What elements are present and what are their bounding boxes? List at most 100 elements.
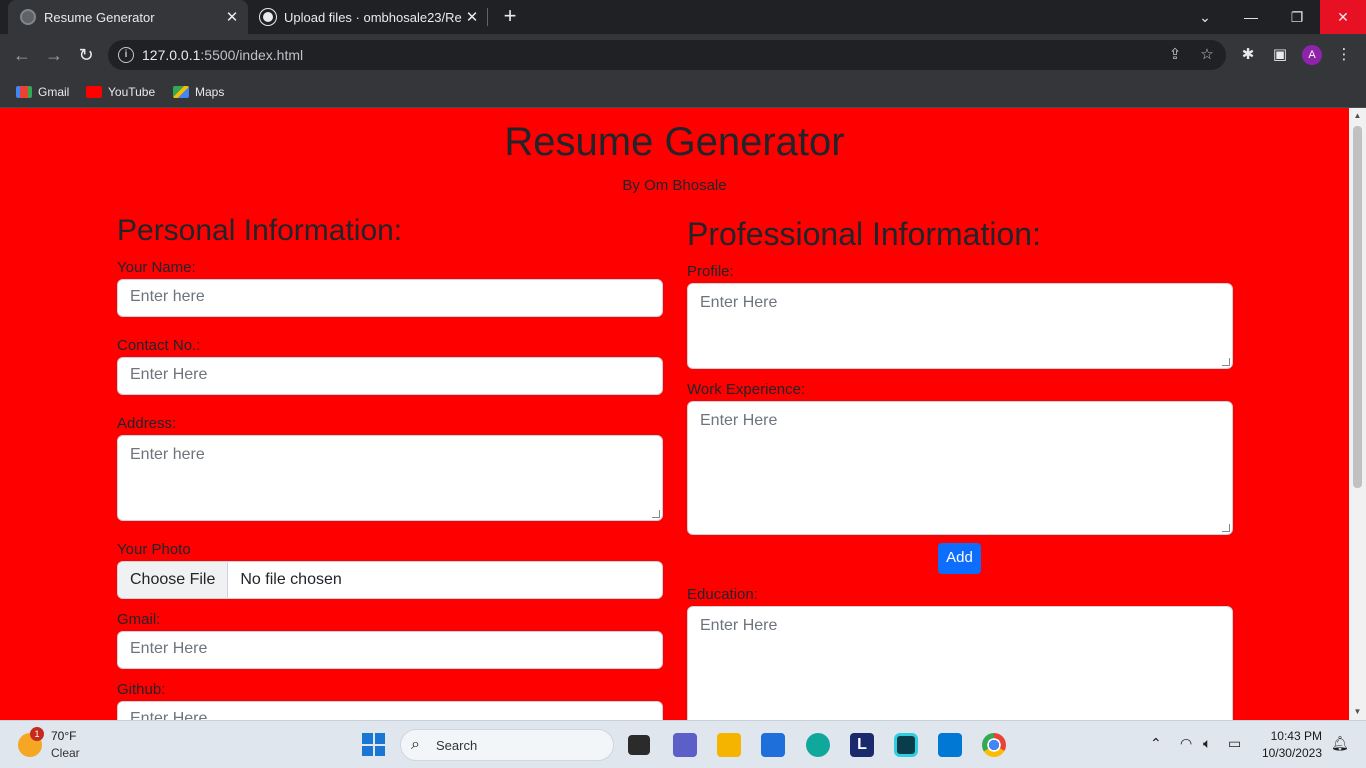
scroll-down-arrow-icon[interactable]: ▼ [1349,704,1366,720]
teams-icon[interactable] [673,733,697,757]
photo-label: Your Photo [117,541,191,558]
restore-button[interactable]: ❐ [1274,0,1320,34]
contact-input[interactable]: Enter Here [117,357,663,395]
browser-toolbar: ← → ↻ i 127.0.0.1:5500/index.html ⇪ ☆ ✱ … [0,34,1366,76]
work-experience-textarea[interactable]: Enter Here [687,401,1233,535]
bookmark-gmail[interactable]: Gmail [16,82,69,102]
address-placeholder: Enter here [130,446,205,463]
gmail-input[interactable]: Enter Here [117,631,663,669]
minimize-button[interactable]: — [1228,0,1274,34]
site-info-icon[interactable]: i [118,47,134,63]
notification-bell-icon[interactable]: 🔔︎ [1331,735,1349,752]
forward-button[interactable]: → [41,42,67,68]
profile-textarea[interactable]: Enter Here [687,283,1233,369]
page-scrollbar[interactable]: ▲ ▼ [1349,108,1366,720]
weather-temp[interactable]: 70°F [51,729,76,743]
page-subtitle: By Om Bhosale [622,177,727,194]
scroll-up-arrow-icon[interactable]: ▲ [1349,108,1366,124]
chrome-icon[interactable] [982,733,1006,757]
github-icon [260,9,276,25]
search-placeholder: Search [436,738,478,753]
maps-icon [173,86,189,98]
menu-kebab-icon[interactable]: ⋮ [1334,45,1354,65]
photo-file-input[interactable]: Choose File No file chosen [117,561,663,599]
volume-icon[interactable]: 🔈︎ [1203,735,1211,752]
clock-time[interactable]: 10:43 PM [1270,729,1322,743]
battery-icon[interactable]: ▭ [1228,735,1241,752]
share-icon[interactable]: ⇪ [1166,46,1184,64]
tab-title: Upload files · ombhosale23/Resu [284,9,462,25]
resize-grip-icon[interactable] [1222,524,1230,532]
tab-separator [487,8,488,26]
tab-bar: Resume Generator ✕ Upload files · ombhos… [0,0,1366,34]
wifi-icon[interactable]: ◠ [1180,735,1192,752]
work-experience-label: Work Experience: [687,381,806,398]
resize-grip-icon[interactable] [652,510,660,518]
tab-search-chevron-icon[interactable]: ⌄ [1182,0,1228,34]
globe-icon [20,9,36,25]
url-text: 127.0.0.1:5500/index.html [142,47,303,63]
education-label: Education: [687,586,758,603]
windows-taskbar: 1 70°F Clear ⌕ Search L ⌃ ◠ 🔈︎ ▭ 10:43 P… [0,720,1366,768]
address-label: Address: [117,415,177,432]
page-title: Resume Generator [504,120,845,164]
search-icon: ⌕ [411,736,420,753]
new-tab-button[interactable]: + [498,5,522,29]
scrollbar-thumb[interactable] [1353,126,1362,488]
github-label: Github: [117,681,166,698]
education-placeholder: Enter Here [700,617,778,634]
contact-label: Contact No.: [117,337,201,354]
tab-resume-generator[interactable]: Resume Generator ✕ [8,0,248,34]
tab-title: Resume Generator [44,9,155,25]
close-tab-icon[interactable]: ✕ [462,8,482,26]
professional-info-heading: Professional Information: [687,216,1041,252]
bookmark-youtube[interactable]: YouTube [86,82,155,102]
tab-upload-files[interactable]: Upload files · ombhosale23/Resu ✕ [248,0,488,34]
file-explorer-icon[interactable] [717,733,741,757]
bookmark-label: YouTube [108,85,156,99]
page-viewport: Resume Generator By Om Bhosale Personal … [0,108,1349,720]
choose-file-button[interactable]: Choose File [118,562,229,598]
weather-badge: 1 [30,727,44,741]
education-textarea[interactable]: Enter Here [687,606,1233,720]
task-view-icon[interactable] [628,735,650,755]
github-input[interactable]: Enter Here [117,701,663,720]
add-button[interactable]: Add [938,543,981,574]
close-window-button[interactable]: ✕ [1320,0,1366,34]
address-textarea[interactable]: Enter here [117,435,663,521]
side-panel-icon[interactable]: ▣ [1270,45,1290,65]
profile-placeholder: Enter Here [700,294,778,311]
bookmarks-bar: Gmail YouTube Maps [0,76,1366,108]
bookmark-label: Gmail [38,85,70,99]
bookmark-star-icon[interactable]: ☆ [1198,46,1216,64]
work-experience-placeholder: Enter Here [700,412,778,429]
close-tab-icon[interactable]: ✕ [222,8,242,26]
taskbar-search[interactable]: ⌕ Search [400,729,614,761]
name-input[interactable]: Enter here [117,279,663,317]
url-path: :5500/index.html [200,47,304,63]
alexa-icon[interactable] [894,733,918,757]
show-hidden-icons-chevron[interactable]: ⌃ [1150,735,1162,752]
gmail-icon [16,86,32,98]
windows-start-icon[interactable] [362,733,385,756]
gmail-label: Gmail: [117,611,161,628]
extensions-icon[interactable]: ✱ [1238,45,1258,65]
reload-button[interactable]: ↻ [73,42,99,68]
bookmark-maps[interactable]: Maps [173,82,224,102]
weather-condition[interactable]: Clear [51,746,80,760]
url-host: 127.0.0.1 [142,47,201,63]
vscode-icon[interactable] [938,733,962,757]
personal-info-heading: Personal Information: [117,214,403,247]
microsoft-store-icon[interactable] [761,733,785,757]
resize-grip-icon[interactable] [1222,358,1230,366]
l-app-icon[interactable]: L [850,733,874,757]
profile-label: Profile: [687,263,734,280]
file-status-text: No file chosen [240,571,342,588]
bookmark-label: Maps [195,85,225,99]
edge-icon[interactable] [806,733,830,757]
profile-avatar[interactable]: A [1302,45,1322,65]
back-button[interactable]: ← [9,42,35,68]
clock-date[interactable]: 10/30/2023 [1258,746,1322,760]
address-bar[interactable]: i 127.0.0.1:5500/index.html ⇪ ☆ [108,40,1226,70]
name-label: Your Name: [117,259,196,276]
